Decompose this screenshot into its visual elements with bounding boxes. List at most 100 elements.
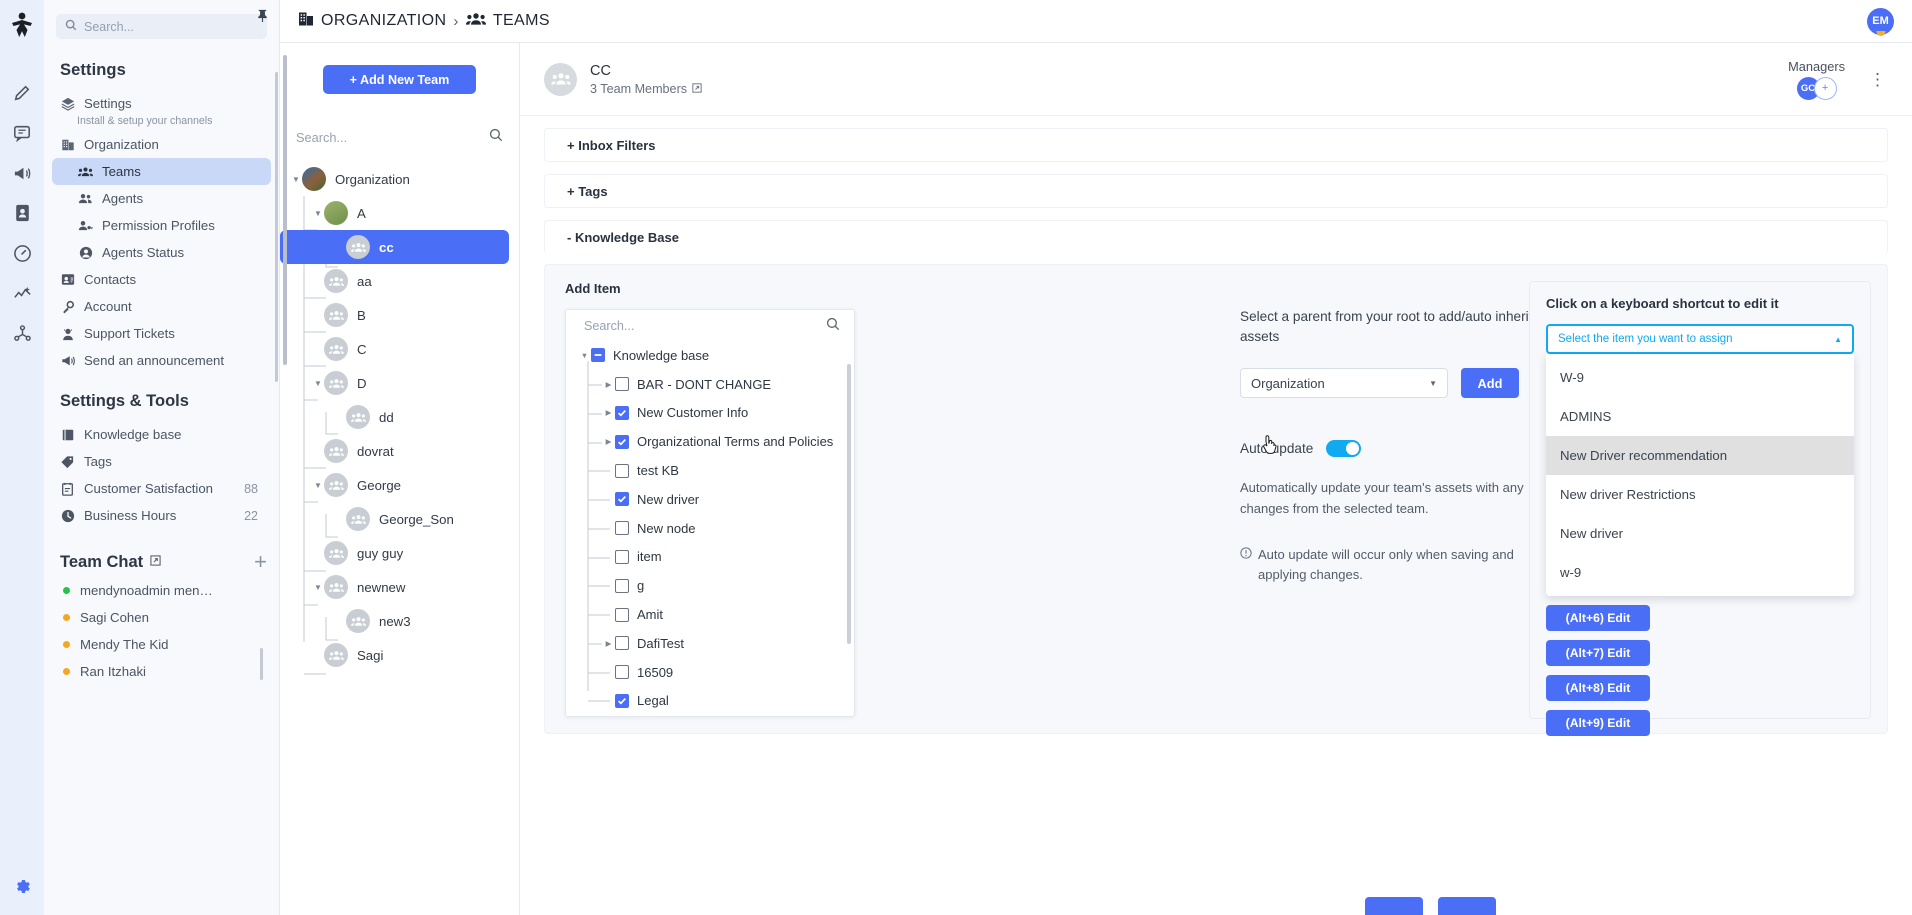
tree-node-dovrat[interactable]: dovrat: [280, 434, 519, 468]
search-icon[interactable]: [489, 128, 503, 147]
sidebar-item-agents[interactable]: Agents: [52, 185, 271, 212]
pencil-icon[interactable]: [8, 79, 36, 107]
kebab-menu-icon[interactable]: ⋮: [1869, 71, 1886, 88]
checkbox-checked[interactable]: [615, 405, 629, 420]
checkbox-checked[interactable]: [615, 434, 629, 449]
team-chat-member[interactable]: Ran Itzhaki: [44, 658, 279, 685]
chevron-right-icon[interactable]: ▶: [602, 380, 615, 389]
auto-update-toggle[interactable]: [1326, 440, 1362, 458]
kb-node-new-customer-info[interactable]: ▶ New Customer Info: [574, 399, 854, 428]
tree-node-dd[interactable]: dd: [280, 400, 519, 434]
tree-node-c[interactable]: C: [280, 332, 519, 366]
sidebar-item-organization[interactable]: Organization: [52, 131, 271, 158]
search-icon[interactable]: [826, 317, 840, 334]
team-chat-member[interactable]: mendynoadmin men…: [44, 577, 279, 604]
add-parent-button[interactable]: Add: [1461, 368, 1519, 399]
sidebar-item-settings[interactable]: Settings: [52, 90, 271, 117]
shortcut-option-admins[interactable]: ADMINS: [1546, 397, 1854, 436]
kb-node-16509[interactable]: 16509: [574, 658, 854, 687]
tree-node-cc[interactable]: cc: [280, 230, 509, 264]
external-link-icon[interactable]: [150, 553, 161, 571]
external-link-icon[interactable]: [692, 82, 702, 96]
app-logo-icon[interactable]: [10, 12, 34, 43]
chevron-right-icon[interactable]: ▶: [602, 639, 615, 648]
tree-node-george[interactable]: ▼ George: [280, 468, 519, 502]
kb-node-new-driver[interactable]: New driver: [574, 485, 854, 514]
edit-shortcut-alt6-button[interactable]: (Alt+6) Edit: [1546, 605, 1650, 631]
edit-shortcut-alt9-button[interactable]: (Alt+9) Edit: [1546, 710, 1650, 736]
team-chat-member[interactable]: Mendy The Kid: [44, 631, 279, 658]
kb-node-organizational-terms-and-policies[interactable]: ▶ Organizational Terms and Policies: [574, 427, 854, 456]
shortcut-option-w9-lower[interactable]: w-9: [1546, 553, 1854, 592]
team-panel-scrollbar[interactable]: [283, 55, 287, 365]
checkbox-checked[interactable]: [615, 693, 629, 708]
contact-card-icon[interactable]: [8, 199, 36, 227]
sidebar-item-send-announcement[interactable]: Send an announcement: [52, 347, 271, 374]
sidebar-item-teams[interactable]: Teams: [52, 158, 271, 185]
checkbox-unchecked[interactable]: [615, 636, 629, 651]
gauge-icon[interactable]: [8, 239, 36, 267]
add-manager-button[interactable]: +: [1813, 76, 1837, 100]
tree-node-newnew[interactable]: ▼ newnew: [280, 570, 519, 604]
sidebar-item-knowledge-base[interactable]: Knowledge base: [52, 421, 271, 448]
tree-node-george-son[interactable]: George_Son: [280, 502, 519, 536]
breadcrumb-section[interactable]: TEAMS: [493, 12, 550, 30]
breadcrumb-root[interactable]: ORGANIZATION: [321, 12, 446, 30]
kb-node-item[interactable]: item: [574, 543, 854, 572]
tree-node-a[interactable]: ▼ A: [280, 196, 519, 230]
sidebar-item-permission-profiles[interactable]: Permission Profiles: [52, 212, 271, 239]
parent-select[interactable]: Organization ▼: [1240, 368, 1448, 399]
integrations-icon[interactable]: [8, 319, 36, 347]
edit-shortcut-alt7-button[interactable]: (Alt+7) Edit: [1546, 640, 1650, 666]
kb-node-amit[interactable]: Amit: [574, 600, 854, 629]
accordion-tags[interactable]: + Tags: [544, 174, 1888, 208]
chevron-right-icon[interactable]: ▶: [602, 408, 615, 417]
checkbox-unchecked[interactable]: [615, 578, 629, 593]
sidebar-item-agents-status[interactable]: Agents Status: [52, 239, 271, 266]
kb-node-new-node[interactable]: New node: [574, 514, 854, 543]
edit-shortcut-alt8-button[interactable]: (Alt+8) Edit: [1546, 675, 1650, 701]
team-chat-member[interactable]: Sagi Cohen: [44, 604, 279, 631]
sidebar-item-account[interactable]: Account: [52, 293, 271, 320]
tree-node-aa[interactable]: aa: [280, 264, 519, 298]
shortcut-option-new-driver[interactable]: New driver: [1546, 514, 1854, 553]
kb-node-dafitest[interactable]: ▶ DafiTest: [574, 629, 854, 658]
checkbox-unchecked[interactable]: [615, 463, 629, 478]
kb-node-knowledge-base[interactable]: ▼ Knowledge base: [574, 341, 854, 370]
checkbox-unchecked[interactable]: [615, 549, 629, 564]
accordion-inbox-filters[interactable]: + Inbox Filters: [544, 128, 1888, 162]
shortcut-item-select[interactable]: Select the item you want to assign ▲: [1546, 324, 1854, 354]
tree-node-new3[interactable]: new3: [280, 604, 519, 638]
footer-button-primary[interactable]: [1365, 897, 1423, 915]
gear-icon[interactable]: [13, 877, 32, 901]
avatar[interactable]: EM: [1867, 7, 1894, 35]
analytics-icon[interactable]: [8, 279, 36, 307]
add-new-team-button[interactable]: + Add New Team: [323, 65, 476, 94]
sidebar-item-customer-satisfaction[interactable]: Customer Satisfaction 88: [52, 475, 271, 502]
tree-node-guy-guy[interactable]: guy guy: [280, 536, 519, 570]
pin-icon[interactable]: [253, 6, 271, 24]
tree-node-sagi[interactable]: Sagi: [280, 638, 519, 672]
kb-node-bar-dont-change[interactable]: ▶ BAR - DONT CHANGE: [574, 370, 854, 399]
megaphone-icon[interactable]: [8, 159, 36, 187]
footer-button-secondary[interactable]: [1438, 897, 1496, 915]
sidebar-item-tags[interactable]: Tags: [52, 448, 271, 475]
chevron-down-icon[interactable]: ▼: [312, 209, 324, 218]
checkbox-unchecked[interactable]: [615, 377, 629, 392]
team-search-input[interactable]: Search...: [296, 124, 503, 150]
checkbox-indeterminate[interactable]: [591, 348, 605, 363]
sidebar-item-contacts[interactable]: Contacts: [52, 266, 271, 293]
shortcut-option-w9-upper[interactable]: W-9: [1546, 358, 1854, 397]
chevron-down-icon[interactable]: ▼: [312, 583, 324, 592]
checkbox-unchecked[interactable]: [615, 607, 629, 622]
kb-search-input[interactable]: Search...: [566, 310, 854, 341]
chevron-down-icon[interactable]: ▼: [312, 481, 324, 490]
checkbox-unchecked[interactable]: [615, 521, 629, 536]
chevron-down-icon[interactable]: ▼: [312, 379, 324, 388]
team-chat-scrollbar[interactable]: [260, 648, 263, 680]
kb-tree-scrollbar[interactable]: [847, 364, 851, 644]
sidebar-scrollbar[interactable]: [275, 72, 278, 382]
shortcut-option-new-driver-restrictions[interactable]: New driver Restrictions: [1546, 475, 1854, 514]
kb-node-test-kb[interactable]: test KB: [574, 456, 854, 485]
chevron-right-icon[interactable]: ▶: [602, 437, 615, 446]
